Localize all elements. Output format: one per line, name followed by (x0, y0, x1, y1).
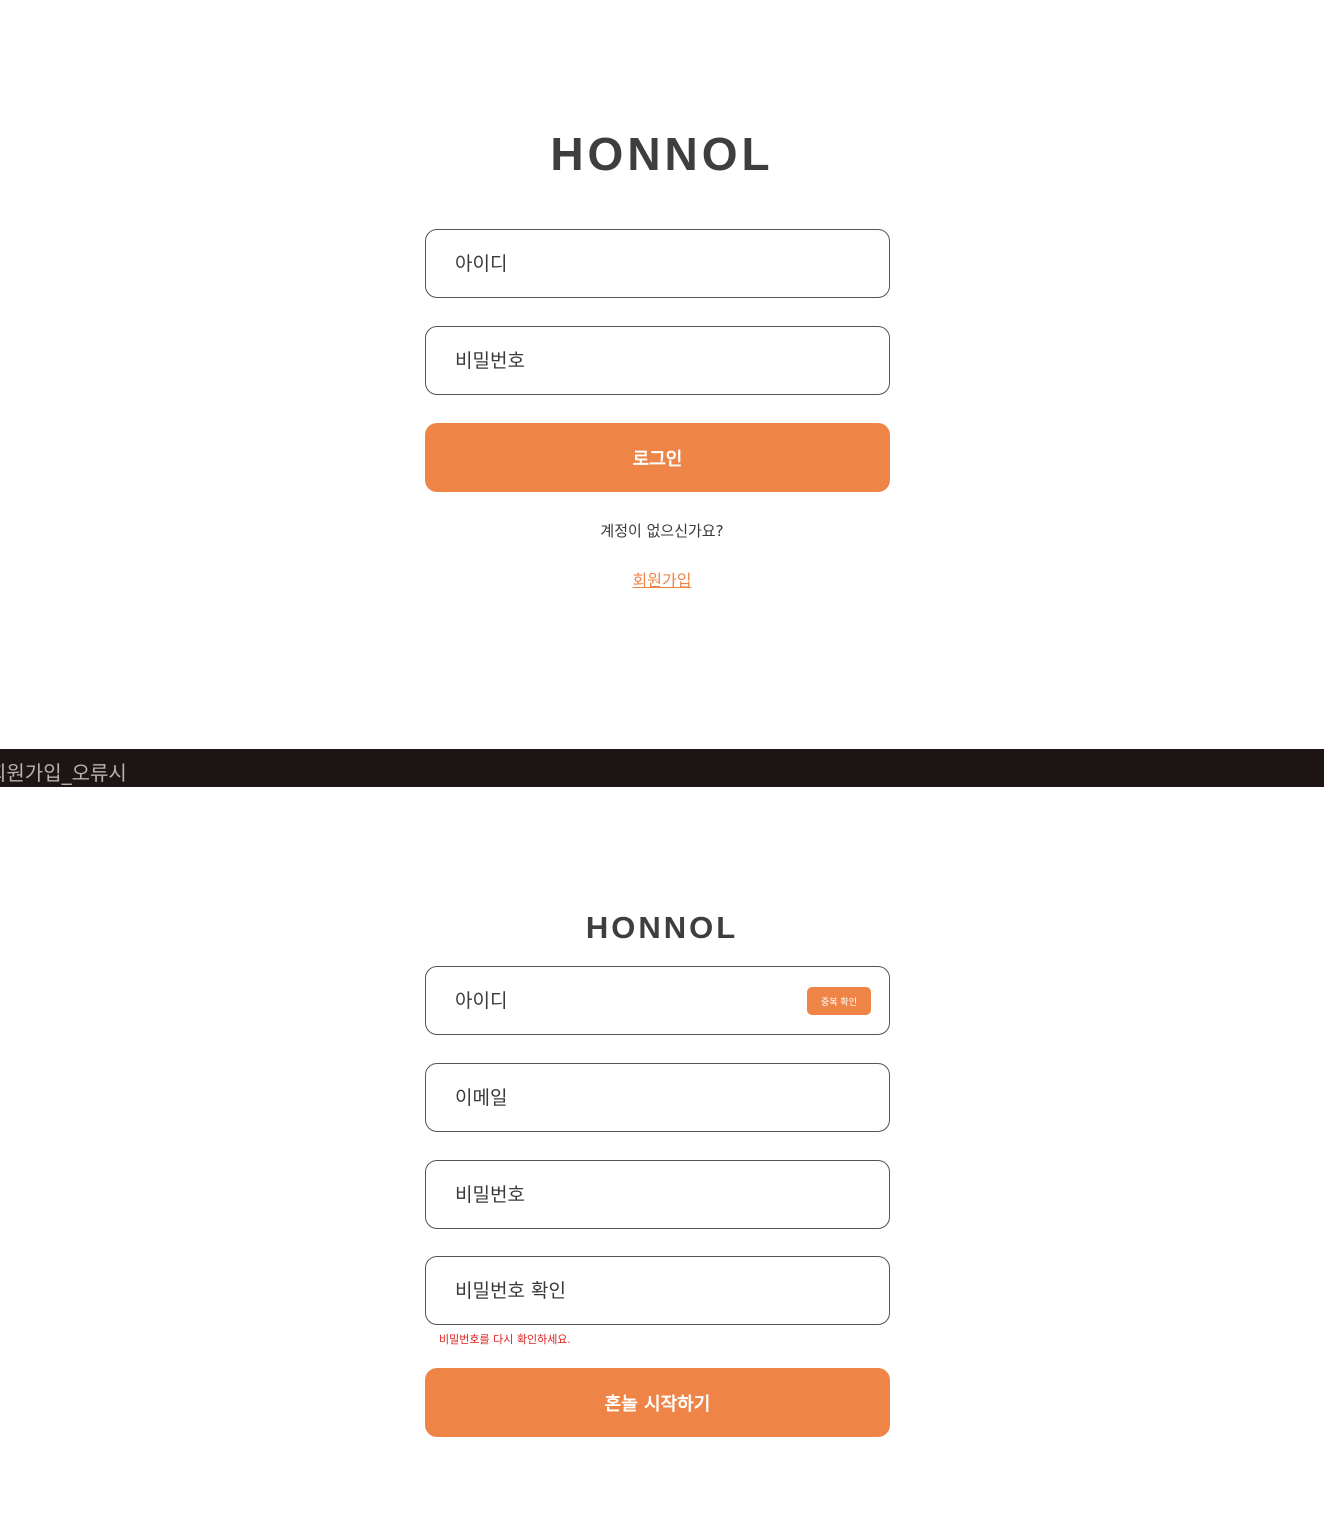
signup-id-input[interactable] (455, 967, 795, 1034)
signup-password-confirm-field[interactable] (425, 1256, 890, 1325)
signup-email-input[interactable] (455, 1064, 795, 1131)
signup-id-field[interactable]: 중복 확인 (425, 966, 890, 1035)
signup-email-field[interactable] (425, 1063, 890, 1132)
no-account-text: 계정이 없으신가요? (600, 522, 724, 540)
signup-password-confirm-input[interactable] (455, 1257, 795, 1324)
section-divider-label: 회원가입_오류시 (0, 761, 127, 785)
login-password-field[interactable] (425, 326, 890, 395)
signup-link-wrapper: 회원가입 (0, 567, 1324, 591)
login-logo: HONNOL (550, 128, 774, 180)
signup-logo: HONNOL (585, 910, 739, 945)
password-error-message: 비밀번호를 다시 확인하세요. (439, 1333, 571, 1346)
login-password-input[interactable] (455, 327, 795, 394)
duplicate-check-button[interactable]: 중복 확인 (807, 987, 871, 1015)
login-id-input[interactable] (455, 230, 795, 297)
section-divider-bar: 회원가입_오류시 (0, 749, 1324, 787)
start-button[interactable]: 혼놀 시작하기 (425, 1368, 890, 1437)
login-button[interactable]: 로그인 (425, 423, 890, 492)
signup-password-field[interactable] (425, 1160, 890, 1229)
page: HONNOL 로그인 계정이 없으신가요? 회원가입 회원가입_오류시 HONN… (0, 0, 1324, 1526)
signup-password-input[interactable] (455, 1161, 795, 1228)
signup-link[interactable]: 회원가입 (633, 571, 692, 590)
login-id-field[interactable] (425, 229, 890, 298)
